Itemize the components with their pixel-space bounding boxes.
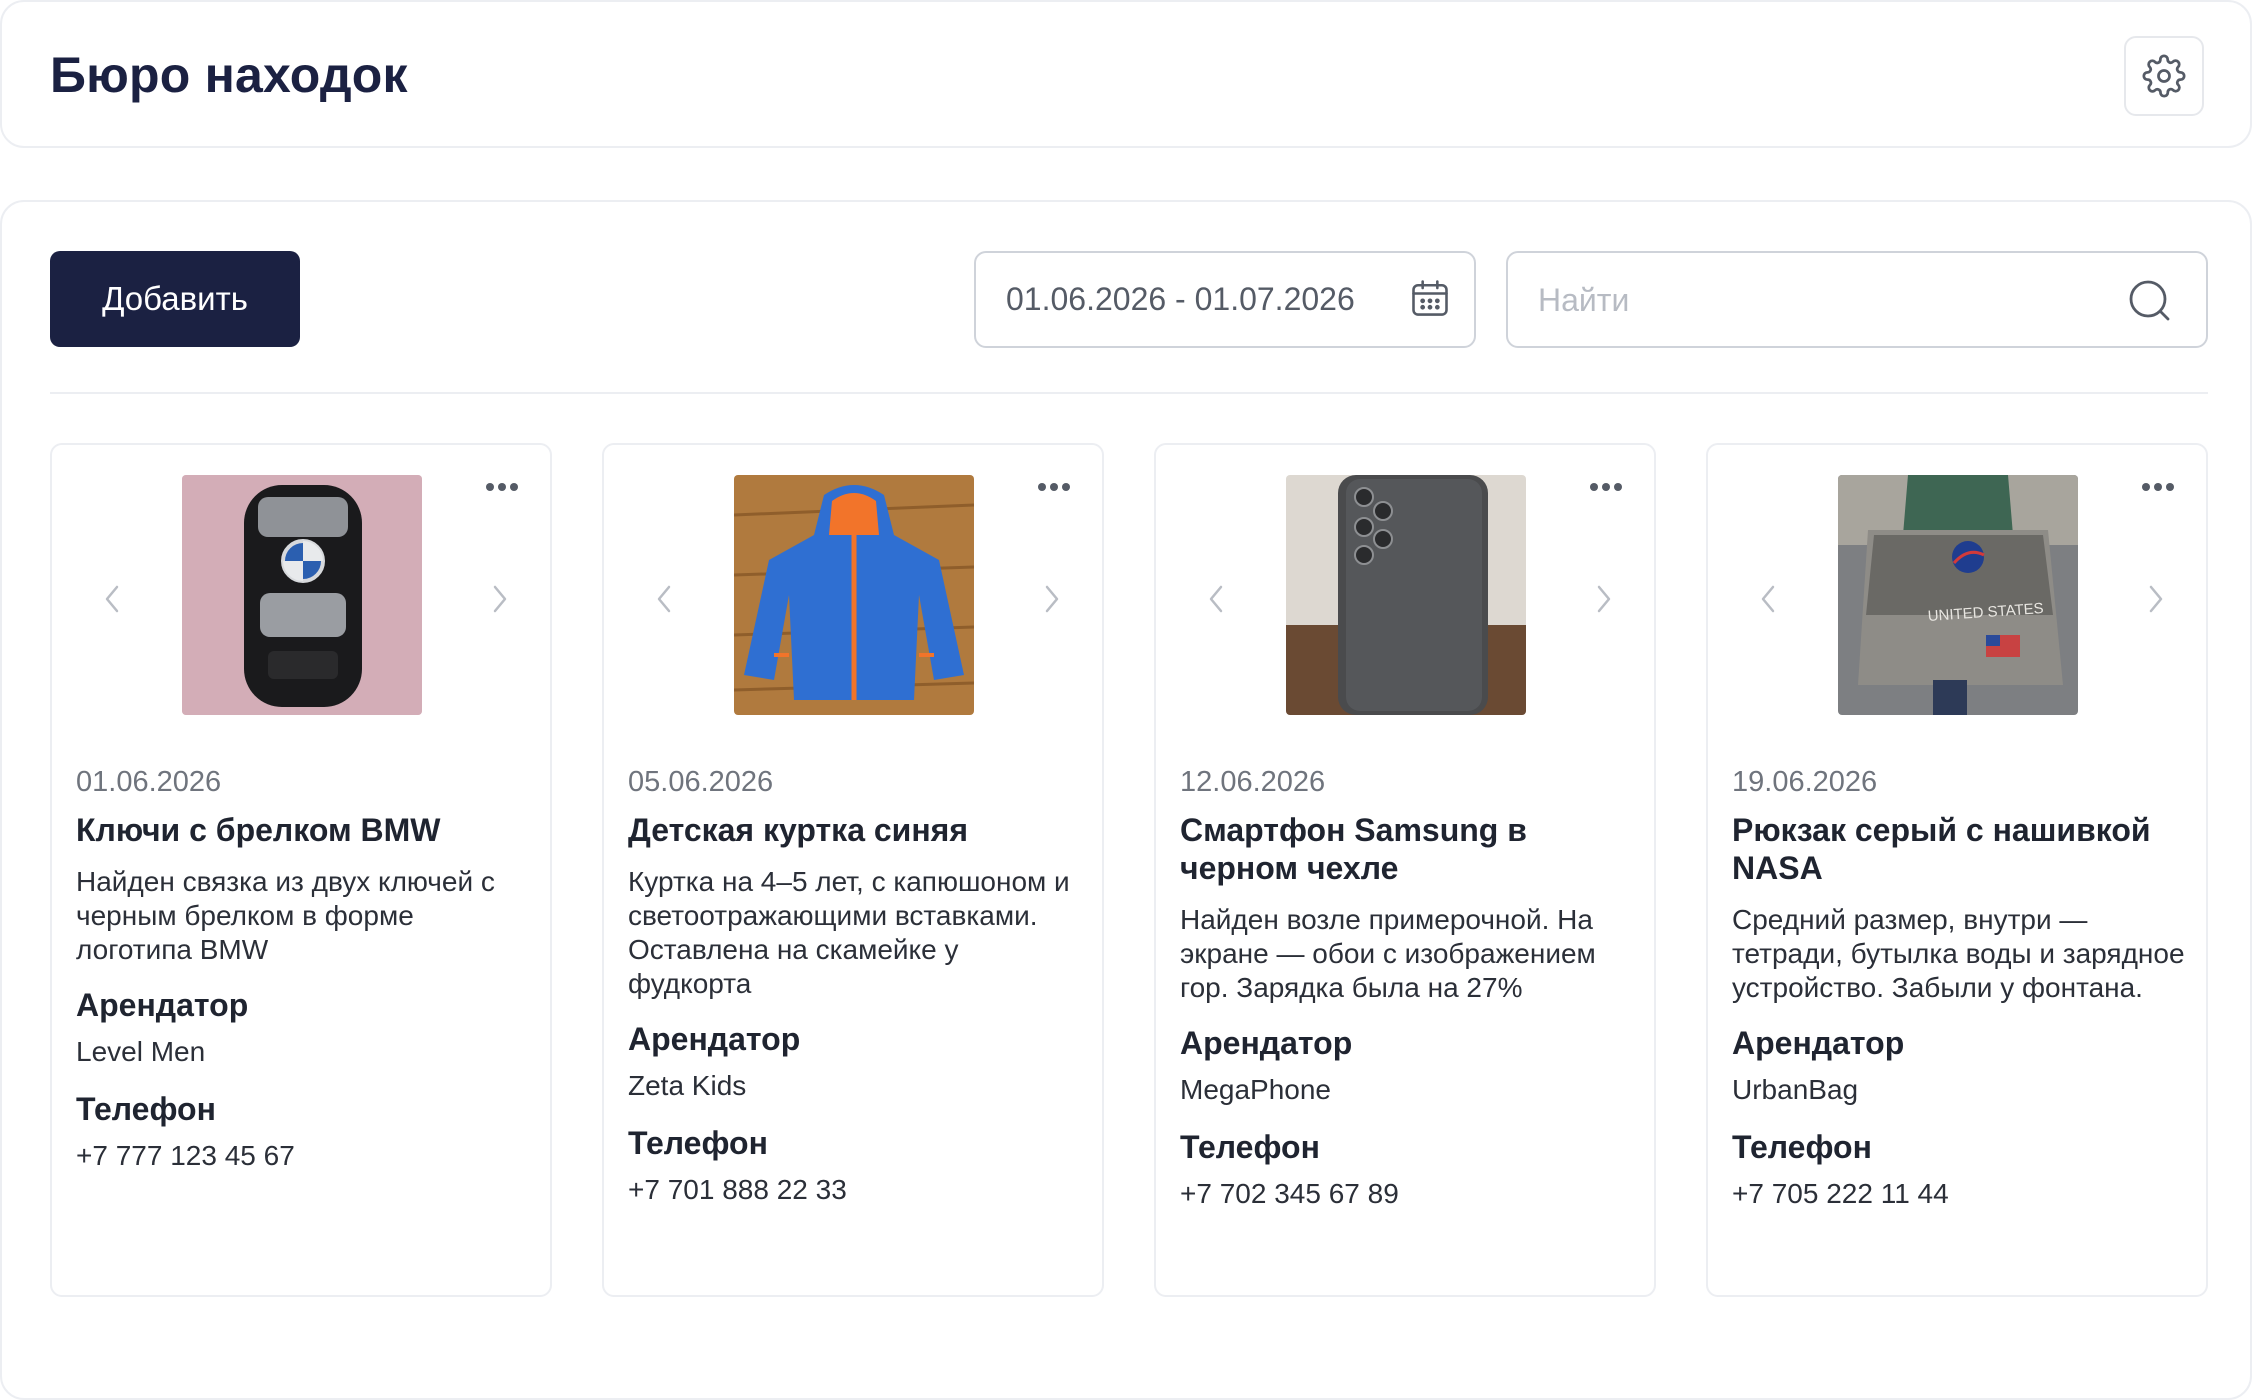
item-details: 05.06.2026 Детская куртка синяя Куртка н…	[628, 763, 1082, 1227]
phone-value: +7 777 123 45 67	[76, 1140, 295, 1171]
items-grid: 01.06.2026 Ключи с брелком BMW Найден св…	[50, 443, 2208, 1297]
item-title: Рюкзак серый с нашивкой NASA	[1732, 812, 2151, 886]
phone-label: Телефон	[1180, 1129, 1320, 1165]
item-description: Средний размер, внутри — тетради, бутылк…	[1732, 904, 2185, 1003]
date-range-picker[interactable]: 01.06.2026 - 01.07.2026	[974, 251, 1476, 348]
item-card[interactable]: 05.06.2026 Детская куртка синяя Куртка н…	[602, 443, 1104, 1297]
item-details: 12.06.2026 Смартфон Samsung в черном чех…	[1180, 763, 1634, 1231]
chevron-left-icon[interactable]	[654, 583, 674, 615]
item-photo[interactable]	[182, 475, 422, 715]
chevron-right-icon[interactable]	[490, 583, 510, 615]
tenant-label: Арендатор	[1180, 1025, 1353, 1061]
phone-photo	[1286, 475, 1526, 715]
phone-value: +7 702 345 67 89	[1180, 1178, 1399, 1209]
phone-label: Телефон	[628, 1125, 768, 1161]
item-title: Смартфон Samsung в черном чехле	[1180, 812, 1527, 886]
chevron-right-icon[interactable]	[2146, 583, 2166, 615]
chevron-right-icon[interactable]	[1042, 583, 1062, 615]
tenant-value: UrbanBag	[1732, 1074, 1859, 1105]
item-date: 19.06.2026	[1732, 766, 1878, 798]
chevron-left-icon[interactable]	[1758, 583, 1778, 615]
search-input[interactable]	[1538, 273, 2098, 327]
tenant-label: Арендатор	[1732, 1025, 1905, 1061]
item-date: 05.06.2026	[628, 766, 774, 798]
phone-label: Телефон	[76, 1091, 216, 1127]
date-range-value: 01.06.2026 - 01.07.2026	[1006, 281, 1355, 317]
more-options-icon[interactable]	[484, 481, 520, 493]
chevron-left-icon[interactable]	[102, 583, 122, 615]
page-title: Бюро находок	[50, 47, 408, 103]
tenant-value: Level Men	[76, 1036, 206, 1067]
item-title: Ключи с брелком BMW	[76, 812, 441, 848]
add-button[interactable]: Добавить	[50, 251, 300, 347]
item-card[interactable]: 12.06.2026 Смартфон Samsung в черном чех…	[1154, 443, 1656, 1297]
item-card[interactable]: UNITED STATES 19.06.2026 Рюкзак серый с …	[1706, 443, 2208, 1297]
gear-icon	[2142, 54, 2186, 98]
item-card[interactable]: 01.06.2026 Ключи с брелком BMW Найден св…	[50, 443, 552, 1297]
search-icon[interactable]	[2126, 277, 2174, 325]
item-description: Найден связка из двух ключей с черным бр…	[76, 866, 495, 965]
item-title: Детская куртка синяя	[628, 812, 969, 848]
item-details: 01.06.2026 Ключи с брелком BMW Найден св…	[76, 763, 530, 1193]
phone-label: Телефон	[1732, 1129, 1872, 1165]
car-key-photo	[182, 475, 422, 715]
item-photo[interactable]	[1286, 475, 1526, 715]
more-options-icon[interactable]	[1588, 481, 1624, 493]
tenant-label: Арендатор	[76, 987, 249, 1023]
tenant-label: Арендатор	[628, 1021, 801, 1057]
jacket-photo	[734, 475, 974, 715]
chevron-left-icon[interactable]	[1206, 583, 1226, 615]
item-description: Найден возле примерочной. На экране — об…	[1180, 904, 1596, 1003]
calendar-icon	[1412, 280, 1448, 316]
chevron-right-icon[interactable]	[1594, 583, 1614, 615]
item-photo[interactable]: UNITED STATES	[1838, 475, 2078, 715]
item-date: 12.06.2026	[1180, 766, 1326, 798]
page-header: Бюро находок	[0, 0, 2252, 148]
bag-photo: UNITED STATES	[1838, 475, 2078, 715]
search-box[interactable]	[1506, 251, 2208, 348]
tenant-value: MegaPhone	[1180, 1074, 1332, 1105]
more-options-icon[interactable]	[2140, 481, 2176, 493]
item-details: 19.06.2026 Рюкзак серый с нашивкой NASA …	[1732, 763, 2186, 1231]
phone-value: +7 701 888 22 33	[628, 1174, 847, 1205]
more-options-icon[interactable]	[1036, 481, 1072, 493]
item-description: Куртка на 4–5 лет, с капюшоном и светоот…	[628, 866, 1070, 999]
main-panel: Добавить 01.06.2026 - 01.07.2026 Найти 0…	[0, 200, 2252, 1400]
item-photo[interactable]	[734, 475, 974, 715]
toolbar-divider	[50, 392, 2208, 394]
settings-button[interactable]	[2124, 36, 2204, 116]
tenant-value: Zeta Kids	[628, 1070, 747, 1101]
item-date: 01.06.2026	[76, 766, 222, 798]
phone-value: +7 705 222 11 44	[1732, 1178, 1949, 1209]
